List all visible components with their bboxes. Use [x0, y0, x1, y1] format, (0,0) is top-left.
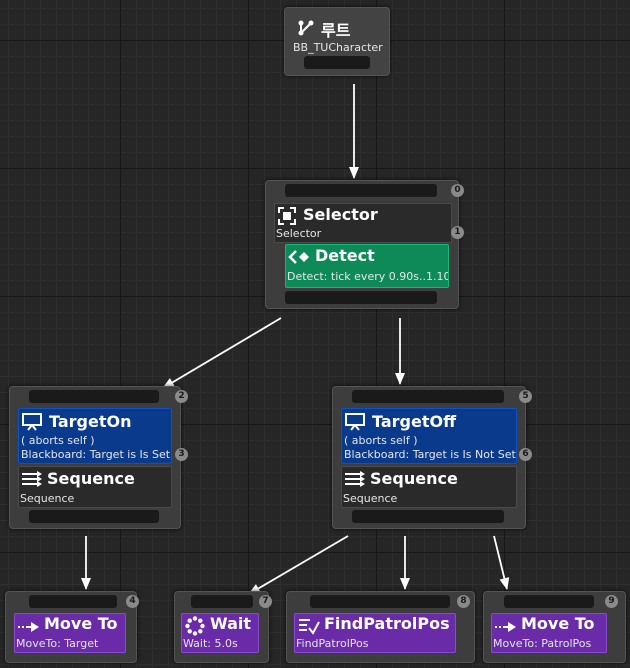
right-sequence-title: Sequence — [370, 469, 458, 488]
right-sequence-output-pin[interactable] — [352, 510, 504, 523]
moveto-target-subtitle: MoveTo: Target — [16, 637, 99, 650]
right-sequence-composite[interactable]: Sequence Sequence — [341, 466, 517, 508]
root-icon — [297, 19, 315, 41]
moveto-target-node[interactable]: 4 Move To MoveTo: Target — [5, 591, 139, 663]
move-to-icon — [495, 619, 517, 638]
wait-title: Wait — [210, 614, 252, 633]
targeton-title: TargetOn — [49, 412, 132, 431]
targetoff-input-pin[interactable] — [352, 390, 504, 403]
moveto-patrol-node[interactable]: 9 Move To MoveTo: PatrolPos — [483, 591, 626, 663]
service-icon — [288, 249, 310, 269]
selector-subtitle: Selector — [276, 227, 322, 240]
moveto-target-input-pin[interactable] — [29, 595, 117, 608]
wait-subtitle: Wait: 5.0s — [183, 637, 238, 650]
findpatrolpos-task[interactable]: FindPatrolPos FindPatrolPos — [294, 613, 456, 653]
moveto-target-index-badge: 4 — [126, 595, 139, 608]
selector-output-pin[interactable] — [285, 291, 437, 304]
sequence-icon — [21, 471, 43, 491]
detect-title: Detect — [315, 246, 375, 265]
selector-node[interactable]: 0 Selector Selector 1 Detect Detect: tic… — [265, 180, 464, 309]
findpatrolpos-input-pin[interactable] — [310, 595, 450, 608]
root-subtitle: BB_TUCharacter — [293, 41, 383, 54]
detect-subtitle: Detect: tick every 0.90s..1.10s — [287, 270, 449, 283]
moveto-patrol-subtitle: MoveTo: PatrolPos — [493, 637, 592, 650]
targeton-input-pin[interactable] — [29, 390, 159, 403]
targeton-decorator[interactable]: TargetOn ( aborts self ) Blackboard: Tar… — [18, 408, 172, 464]
selector-composite[interactable]: Selector Selector — [274, 203, 452, 243]
targeton-index-badge: 2 — [175, 390, 188, 403]
root-output-pin[interactable] — [304, 56, 370, 69]
root-node[interactable]: 루트 BB_TUCharacter — [284, 7, 390, 76]
right-sequence-subtitle: Sequence — [343, 492, 398, 505]
moveto-patrol-index-badge: 9 — [605, 595, 618, 608]
moveto-patrol-task[interactable]: Move To MoveTo: PatrolPos — [491, 613, 607, 653]
findpatrolpos-subtitle: FindPatrolPos — [296, 637, 369, 650]
targetoff-title: TargetOff — [372, 412, 457, 431]
selector-icon — [278, 207, 296, 229]
targetoff-decorator[interactable]: TargetOff ( aborts self ) Blackboard: Ta… — [341, 408, 517, 464]
moveto-target-task[interactable]: Move To MoveTo: Target — [14, 613, 126, 653]
left-sequence-subtitle: Sequence — [20, 492, 75, 505]
moveto-patrol-title: Move To — [521, 614, 595, 633]
detect-service[interactable]: Detect Detect: tick every 0.90s..1.10s — [285, 244, 449, 288]
targetoff-aborts: ( aborts self ) — [344, 434, 418, 447]
selector-input-pin[interactable] — [285, 184, 437, 197]
sequence-icon — [344, 471, 366, 491]
moveto-target-title: Move To — [44, 614, 118, 633]
selector-title: Selector — [303, 205, 378, 224]
connection-wires — [81, 84, 510, 595]
selector-service-index-badge: 1 — [451, 226, 464, 239]
findpatrolpos-index-badge: 8 — [457, 595, 470, 608]
task-icon — [298, 617, 320, 639]
wait-node[interactable]: 7 Wait Wait: 5.0s — [174, 591, 272, 663]
targetoff-condition: Blackboard: Target is Is Not Set — [344, 448, 516, 461]
wire-sequence-wait — [248, 535, 349, 595]
wait-input-pin[interactable] — [191, 595, 253, 608]
targeton-aborts: ( aborts self ) — [21, 434, 95, 447]
left-sequence-composite[interactable]: Sequence Sequence — [18, 466, 172, 508]
targeton-condition: Blackboard: Target is Is Set — [21, 448, 171, 461]
targeton-decorator-index-badge: 3 — [175, 448, 188, 461]
wait-task[interactable]: Wait Wait: 5.0s — [181, 613, 259, 653]
left-sequence-title: Sequence — [47, 469, 135, 488]
moveto-patrol-input-pin[interactable] — [504, 595, 594, 608]
targetoff-index-badge: 5 — [519, 390, 532, 403]
wait-index-badge: 7 — [259, 595, 272, 608]
root-title: 루트 — [321, 21, 351, 40]
targetoff-decorator-index-badge: 6 — [519, 448, 532, 461]
left-sequence-output-pin[interactable] — [29, 510, 159, 523]
move-to-icon — [18, 619, 40, 638]
wire-selector-targeton — [162, 317, 282, 389]
blackboard-decorator-icon — [345, 413, 365, 435]
targetoff-sequence-node[interactable]: 5 TargetOff ( aborts self ) Blackboard: … — [332, 386, 532, 529]
wire-sequence-movetopatrol — [493, 535, 510, 590]
blackboard-decorator-icon — [22, 413, 42, 435]
findpatrolpos-node[interactable]: 8 FindPatrolPos FindPatrolPos — [286, 591, 475, 663]
targeton-sequence-node[interactable]: 2 TargetOn ( aborts self ) Blackboard: T… — [9, 386, 188, 529]
findpatrolpos-title: FindPatrolPos — [324, 614, 450, 633]
selector-index-badge: 0 — [451, 184, 464, 197]
